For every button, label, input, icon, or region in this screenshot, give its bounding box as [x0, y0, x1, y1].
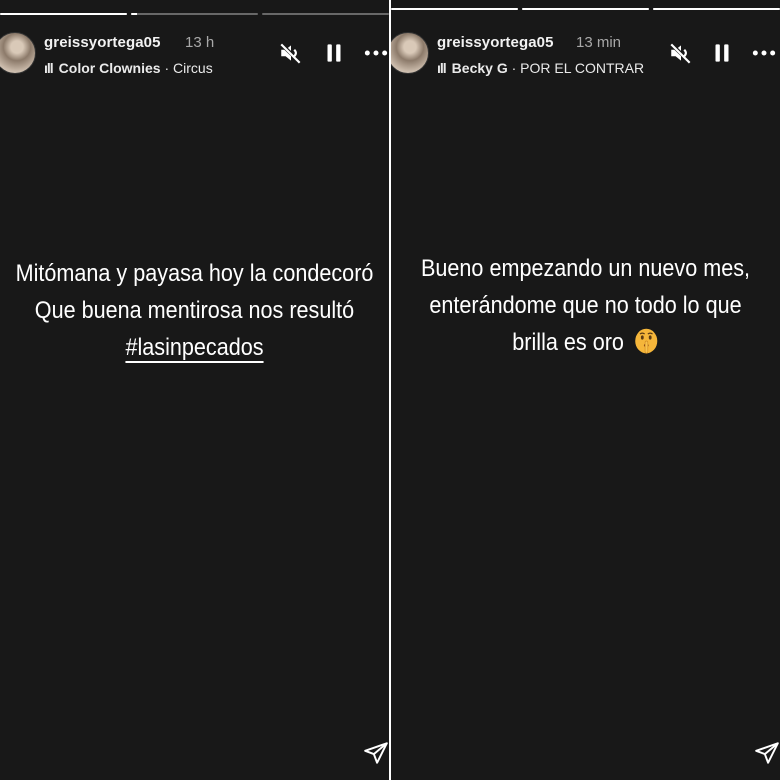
pause-icon[interactable]: [709, 40, 735, 66]
progress-segment-fill: [522, 8, 649, 10]
music-attribution[interactable]: ıll Becky G · POR EL CONTRAR: [437, 60, 644, 76]
progress-segment: [262, 13, 389, 15]
story-panel-right: greissyortega05 13 min ıll Becky G · POR …: [391, 0, 780, 780]
caption-line: enterándome que no todo lo que: [429, 292, 742, 319]
caption-line: Bueno empezando un nuevo mes,: [420, 255, 751, 282]
progress-segment: [391, 8, 518, 10]
caption-line: Que buena mentirosa nos resultó: [34, 297, 355, 324]
avatar[interactable]: [0, 32, 36, 74]
story-header: greissyortega05 13 min ıll Becky G · POR …: [391, 30, 780, 80]
caption-line: Mitómana y payasa hoy la condecoró: [15, 260, 374, 287]
music-track: Circus: [173, 60, 213, 76]
progress-segment: [653, 8, 780, 10]
progress-segment-fill: [391, 8, 518, 10]
pause-icon[interactable]: [321, 40, 347, 66]
more-options-icon[interactable]: [751, 40, 777, 66]
progress-segment-fill: [131, 13, 138, 15]
story-comparison-collage: greissyortega05 13 h ıll Color Clownies ·…: [0, 0, 780, 780]
music-separator: ·: [164, 60, 170, 76]
send-icon[interactable]: [754, 740, 780, 766]
music-separator: ·: [511, 60, 517, 76]
username[interactable]: greissyortega05: [44, 34, 161, 51]
progress-segment-fill: [0, 13, 127, 15]
progress-segment: [0, 13, 127, 15]
speaker-muted-icon[interactable]: [668, 40, 694, 66]
post-time: 13 min: [576, 34, 622, 51]
shushing-face-emoji: [635, 328, 658, 354]
story-caption: Mitómana y payasa hoy la condecoró Que b…: [12, 255, 377, 366]
avatar[interactable]: [391, 32, 429, 74]
post-time: 13 h: [185, 34, 215, 51]
music-track: POR EL CONTRAR: [520, 60, 645, 76]
story-progress-bar: [0, 13, 389, 16]
audio-bars-icon: ıll: [44, 60, 54, 76]
story-caption: Bueno empezando un nuevo mes, enterándom…: [410, 250, 760, 361]
more-options-icon[interactable]: [363, 40, 389, 66]
story-progress-bar: [391, 8, 780, 11]
music-artist: Color Clownies: [58, 60, 161, 76]
username[interactable]: greissyortega05: [437, 34, 554, 51]
send-icon[interactable]: [363, 740, 389, 766]
music-attribution[interactable]: ıll Color Clownies · Circus: [44, 60, 213, 76]
progress-segment-fill: [653, 8, 780, 10]
story-header: greissyortega05 13 h ıll Color Clownies ·…: [0, 30, 389, 80]
caption-line: brilla es oro: [512, 329, 624, 356]
hashtag-link[interactable]: #lasinpecados: [125, 334, 263, 361]
speaker-muted-icon[interactable]: [278, 40, 304, 66]
progress-segment: [131, 13, 258, 15]
progress-segment: [522, 8, 649, 10]
music-artist: Becky G: [451, 60, 508, 76]
audio-bars-icon: ıll: [437, 60, 447, 76]
story-panel-left: greissyortega05 13 h ıll Color Clownies ·…: [0, 0, 389, 780]
